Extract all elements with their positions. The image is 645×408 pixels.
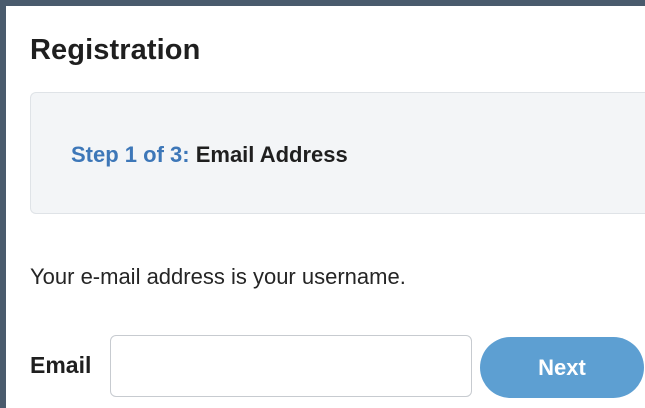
email-label: Email bbox=[30, 352, 92, 378]
next-button[interactable]: Next bbox=[480, 337, 644, 398]
page-title: Registration bbox=[30, 34, 201, 66]
registration-panel: Registration Step 1 of 3: Email Address … bbox=[0, 0, 645, 408]
step-indicator-box: Step 1 of 3: Email Address bbox=[30, 92, 645, 214]
email-field[interactable] bbox=[110, 335, 472, 397]
step-count: Step 1 of 3: bbox=[71, 142, 190, 167]
step-indicator: Step 1 of 3: Email Address bbox=[71, 142, 348, 168]
username-info-text: Your e-mail address is your username. bbox=[30, 264, 406, 289]
step-name: Email Address bbox=[195, 142, 348, 167]
